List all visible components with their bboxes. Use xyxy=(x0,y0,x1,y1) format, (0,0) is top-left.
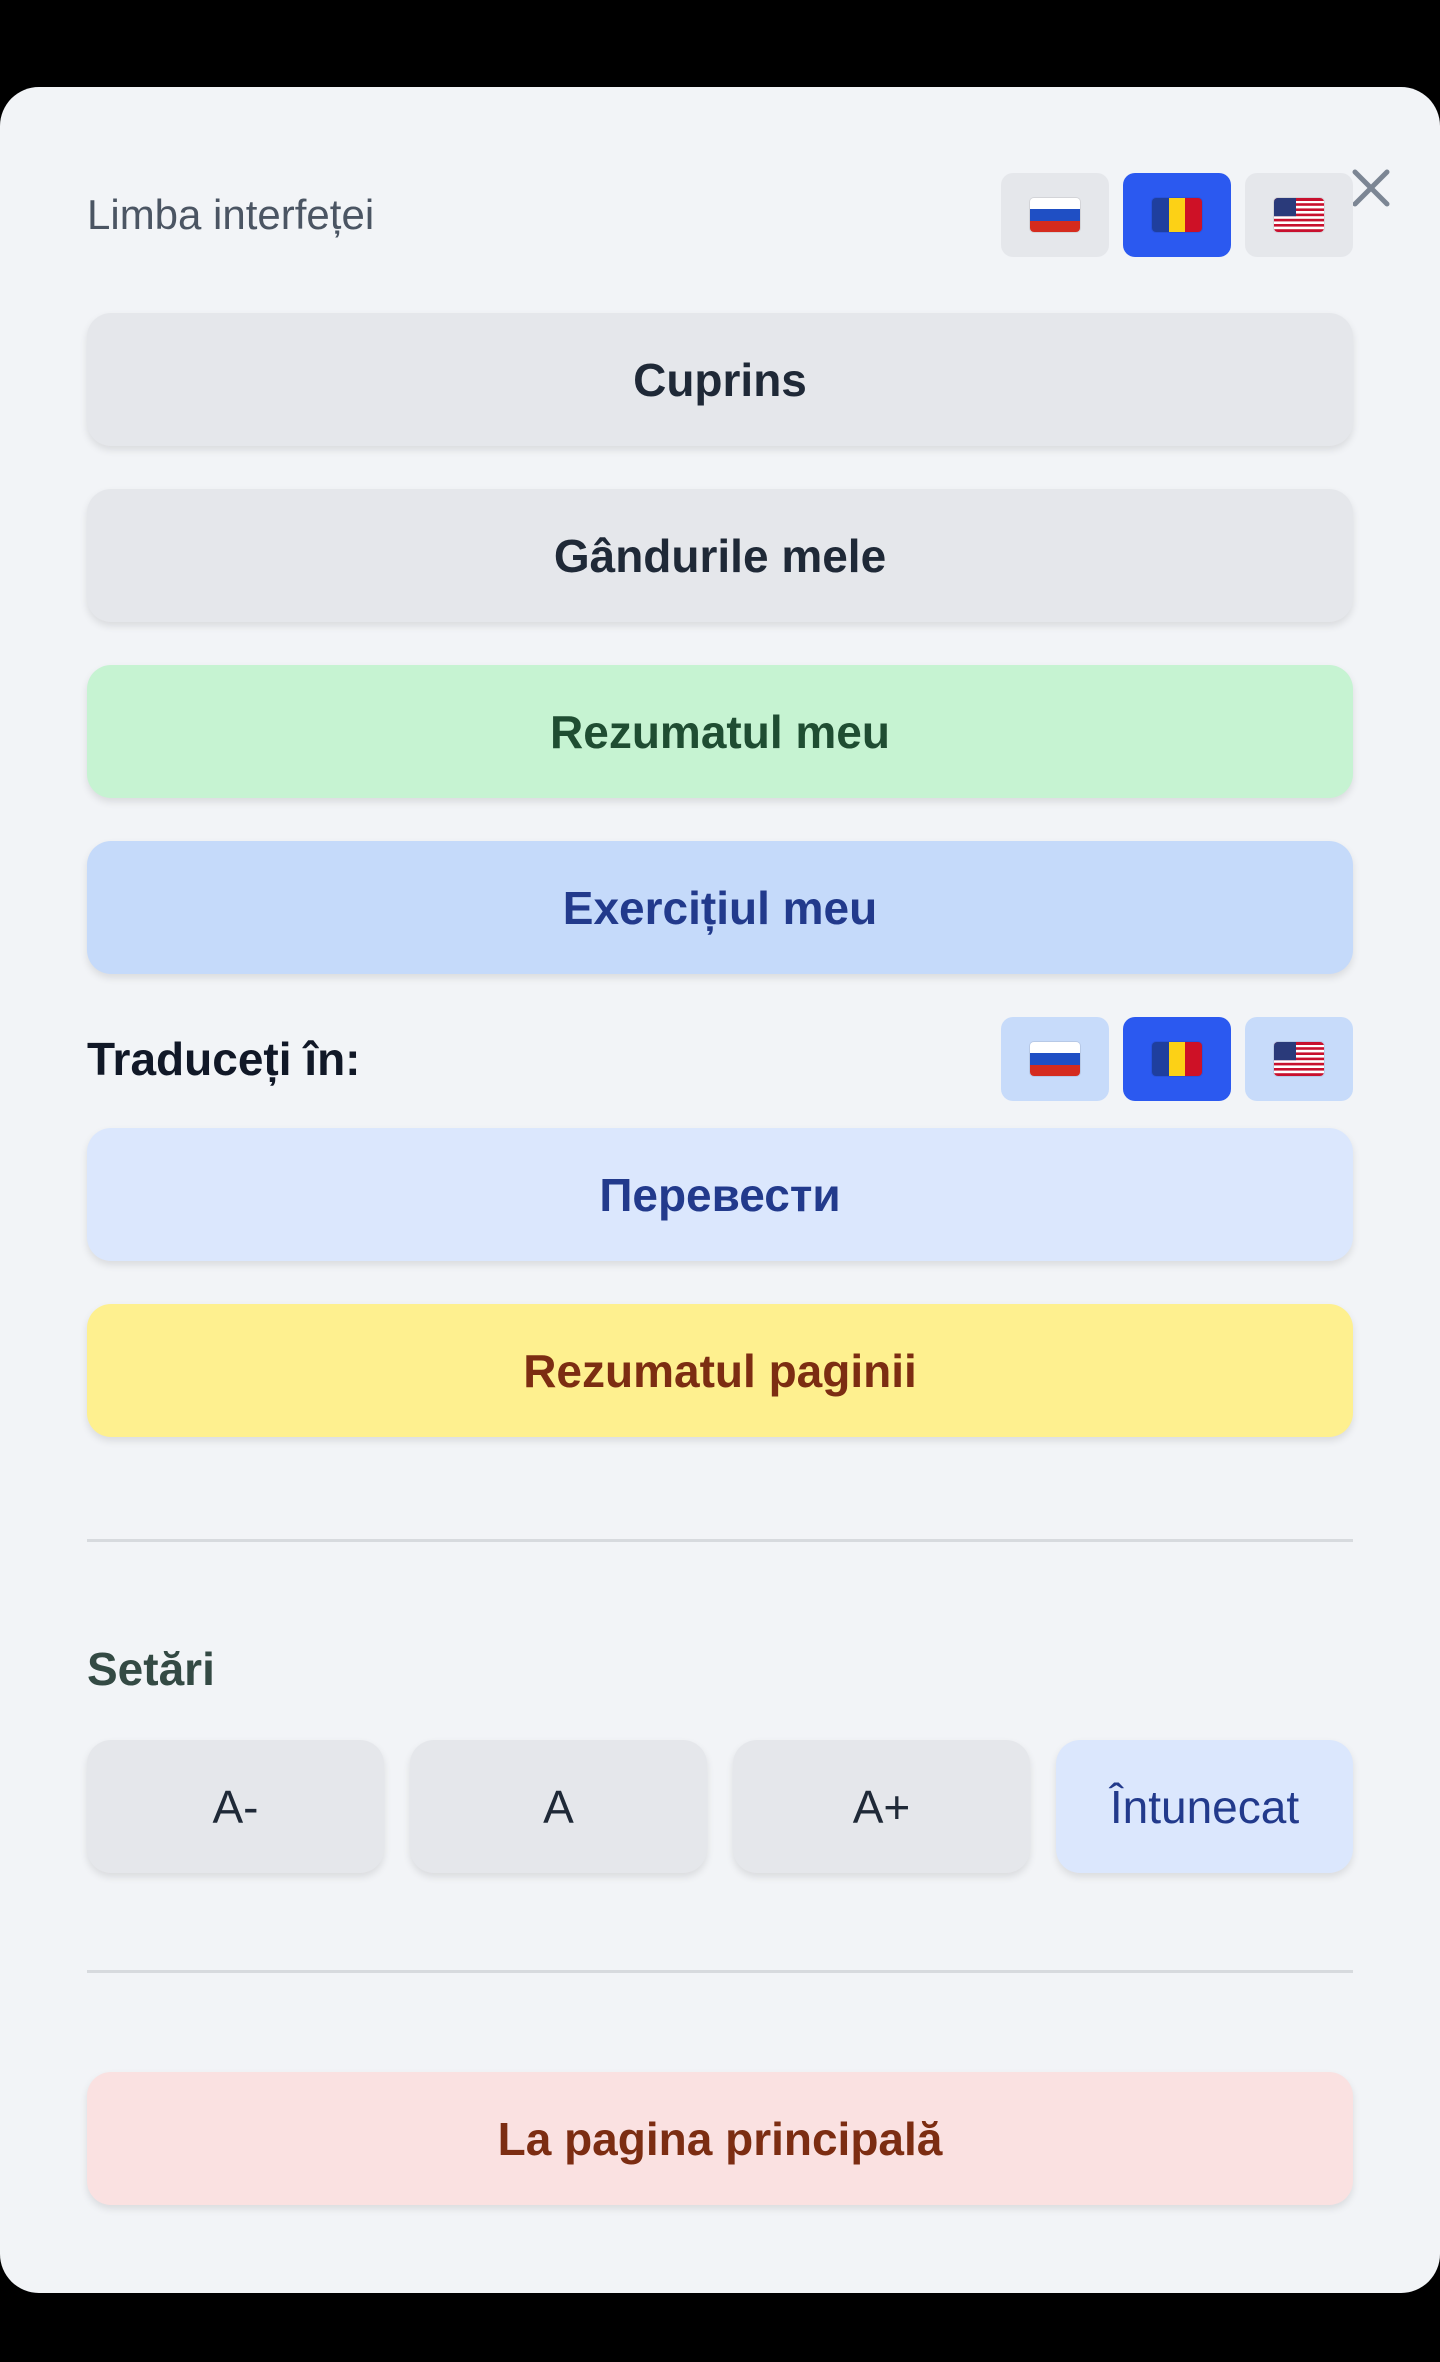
translate-button[interactable]: Перевести xyxy=(87,1128,1353,1261)
flag-ro-icon xyxy=(1152,1042,1202,1076)
home-button[interactable]: La pagina principală xyxy=(87,2072,1353,2205)
interface-lang-ro-button[interactable] xyxy=(1123,173,1231,257)
interface-language-label: Limba interfeței xyxy=(87,191,375,238)
translate-lang-ru-button[interactable] xyxy=(1001,1017,1109,1101)
font-default-button[interactable]: A xyxy=(410,1740,707,1873)
translate-language-row: Traduceți în: xyxy=(87,1017,1353,1101)
my-thoughts-button[interactable]: Gândurile mele xyxy=(87,489,1353,622)
settings-title: Setări xyxy=(87,1643,215,1695)
flag-ru-icon xyxy=(1030,1042,1080,1076)
flag-ro-icon xyxy=(1152,198,1202,232)
close-icon xyxy=(1352,169,1390,207)
page-summary-button[interactable]: Rezumatul paginii xyxy=(87,1304,1353,1437)
flag-us-icon xyxy=(1274,1042,1324,1076)
close-button[interactable] xyxy=(1346,163,1396,213)
translate-language-flags xyxy=(1001,1017,1353,1101)
interface-lang-us-button[interactable] xyxy=(1245,173,1353,257)
flag-ru-icon xyxy=(1030,198,1080,232)
translate-lang-ro-button[interactable] xyxy=(1123,1017,1231,1101)
translate-label: Traduceți în: xyxy=(87,1033,361,1085)
divider xyxy=(87,1970,1353,1973)
divider xyxy=(87,1539,1353,1542)
interface-language-flags xyxy=(1001,173,1353,257)
font-decrease-button[interactable]: A- xyxy=(87,1740,384,1873)
translate-lang-us-button[interactable] xyxy=(1245,1017,1353,1101)
my-summary-button[interactable]: Rezumatul meu xyxy=(87,665,1353,798)
interface-lang-ru-button[interactable] xyxy=(1001,173,1109,257)
menu-panel: Limba interfeței Cuprins Gândurile mele … xyxy=(0,87,1440,2293)
interface-language-row: Limba interfeței xyxy=(87,173,1353,257)
my-exercise-button[interactable]: Exercițiul meu xyxy=(87,841,1353,974)
settings-buttons: A- A A+ Întunecat xyxy=(87,1740,1353,1873)
contents-button[interactable]: Cuprins xyxy=(87,313,1353,446)
dark-mode-button[interactable]: Întunecat xyxy=(1056,1740,1353,1873)
font-increase-button[interactable]: A+ xyxy=(733,1740,1030,1873)
flag-us-icon xyxy=(1274,198,1324,232)
